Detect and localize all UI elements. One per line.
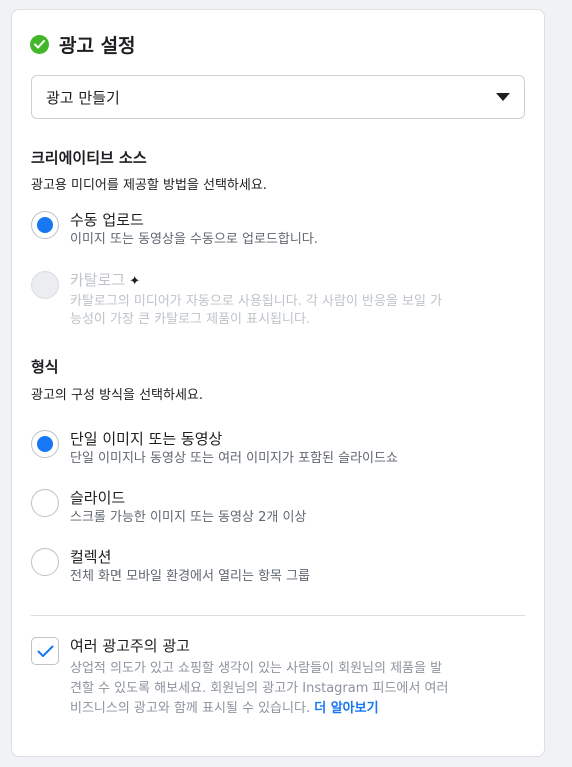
option-manual-upload-text: 수동 업로드 이미지 또는 동영상을 수동으로 업로드합니다. [70,211,318,249]
option-description: 단일 이미지나 동영상 또는 여러 이미지가 포함된 슬라이드쇼 [70,451,398,466]
option-label: 수동 업로드 [70,211,144,229]
checkmark-icon [37,645,53,657]
multi-advertiser-text: 여러 광고주의 광고 상업적 의도가 있고 쇼핑할 생각이 있는 사람들이 회원… [70,637,525,719]
caret-down-icon [496,93,510,101]
radio-collection[interactable] [31,548,59,576]
multi-advertiser-description: 상업적 의도가 있고 쇼핑할 생각이 있는 사람들이 회원님의 제품을 발 견할… [70,659,525,719]
option-collection-text: 컬렉션 전체 화면 모바일 환경에서 열리는 항목 그룹 [70,548,310,586]
card-header: 광고 설정 [30,31,136,58]
option-label: 컬렉션 [70,548,112,566]
option-description-line2: 능성이 가장 큰 카탈로그 제품이 표시됩니다. [70,312,311,327]
description-line3: 비즈니스의 광고와 함께 표시될 수 있습니다. [70,701,311,716]
option-single-image-video[interactable]: 단일 이미지 또는 동영상 단일 이미지나 동영상 또는 여러 이미지가 포함된… [31,430,398,468]
option-label: 슬라이드 [70,489,126,507]
multi-advertiser-checkbox[interactable] [31,637,59,665]
option-description-line1: 카탈로그의 미디어가 자동으로 사용됩니다. 각 사람이 반응을 보일 가 [70,294,443,309]
option-description: 이미지 또는 동영상을 수동으로 업로드합니다. [70,232,318,247]
option-label: 단일 이미지 또는 동영상 [70,430,223,448]
card-title: 광고 설정 [59,35,136,57]
ad-type-dropdown[interactable]: 광고 만들기 [31,75,525,119]
sparkle-icon: ✦ [129,274,141,289]
radio-single-image-video[interactable] [31,430,59,458]
option-manual-upload[interactable]: 수동 업로드 이미지 또는 동영상을 수동으로 업로드합니다. [31,211,318,249]
option-single-text: 단일 이미지 또는 동영상 단일 이미지나 동영상 또는 여러 이미지가 포함된… [70,430,398,468]
format-description: 광고의 구성 방식을 선택하세요. [31,388,204,403]
description-line2: 견할 수 있도록 해보세요. 회원님의 광고가 Instagram 피드에서 여… [70,681,449,696]
description-line1: 상업적 의도가 있고 쇼핑할 생각이 있는 사람들이 회원님의 제품을 발 [70,661,443,676]
option-label-row: 카탈로그 ✦ [70,271,442,291]
option-description: 전체 화면 모바일 환경에서 열리는 항목 그룹 [70,569,311,584]
option-collection[interactable]: 컬렉션 전체 화면 모바일 환경에서 열리는 항목 그룹 [31,548,310,586]
multi-advertiser-label: 여러 광고주의 광고 [70,637,190,655]
multi-advertiser-ads-option[interactable]: 여러 광고주의 광고 상업적 의도가 있고 쇼핑할 생각이 있는 사람들이 회원… [31,637,525,719]
creative-source-title: 크리에이티브 소스 [31,149,147,167]
ad-settings-card: 광고 설정 광고 만들기 크리에이티브 소스 광고용 미디어를 제공할 방법을 … [11,9,545,757]
option-catalog-text: 카탈로그 ✦ 카탈로그의 미디어가 자동으로 사용됩니다. 각 사람이 반응을 보… [70,271,442,329]
section-divider [31,615,525,616]
option-carousel[interactable]: 슬라이드 스크롤 가능한 이미지 또는 동영상 2개 이상 [31,489,306,527]
radio-selected-dot [37,436,53,452]
learn-more-link[interactable]: 더 알아보기 [314,701,378,716]
ad-type-value: 광고 만들기 [46,88,120,107]
radio-selected-dot [37,217,53,233]
radio-carousel[interactable] [31,489,59,517]
format-title: 형식 [31,358,59,376]
option-catalog: 카탈로그 ✦ 카탈로그의 미디어가 자동으로 사용됩니다. 각 사람이 반응을 보… [31,271,442,329]
option-description: 스크롤 가능한 이미지 또는 동영상 2개 이상 [70,510,307,525]
option-carousel-text: 슬라이드 스크롤 가능한 이미지 또는 동영상 2개 이상 [70,489,306,527]
creative-source-description: 광고용 미디어를 제공할 방법을 선택하세요. [31,178,267,193]
option-label: 카탈로그 [70,271,126,289]
radio-manual-upload[interactable] [31,211,59,239]
check-circle-icon [30,35,49,54]
radio-catalog [31,271,59,299]
description-line3-row: 비즈니스의 광고와 함께 표시될 수 있습니다. 더 알아보기 [70,699,525,719]
